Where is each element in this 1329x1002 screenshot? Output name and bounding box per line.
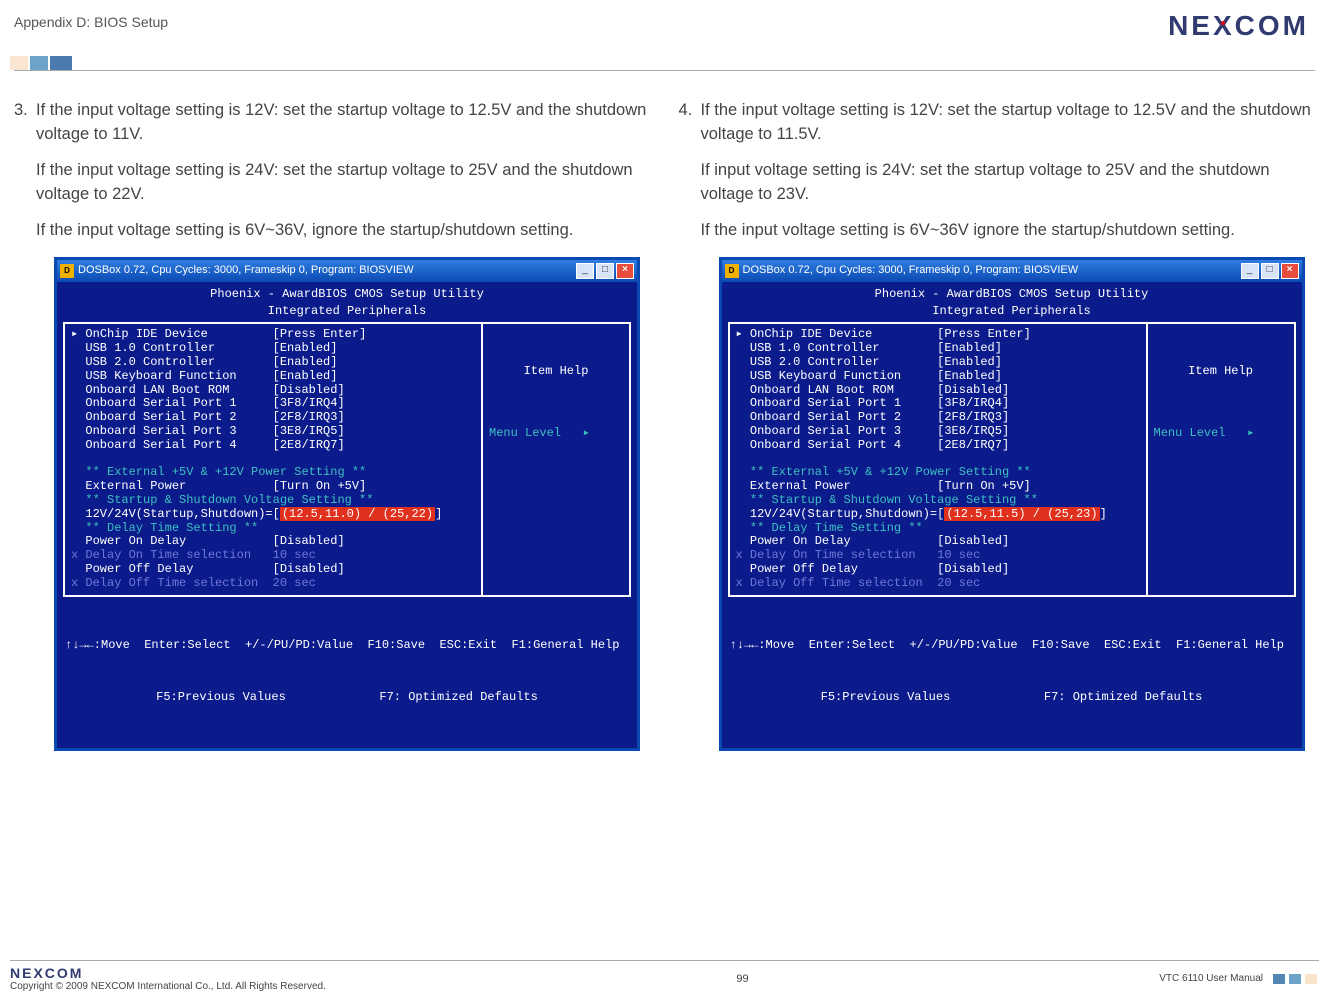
tab-decor-orange xyxy=(10,56,28,70)
step-3-text-3-wrap: If the input voltage setting is 6V~36V, … xyxy=(14,219,651,243)
bios-title-1: Phoenix - AwardBIOS CMOS Setup Utility xyxy=(63,286,631,303)
step-3: 3. If the input voltage setting is 12V: … xyxy=(14,99,651,147)
bios-frame: ▸ OnChip IDE Device [Press Enter] USB 1.… xyxy=(728,322,1296,596)
menu-level: Menu Level ▸ xyxy=(1154,425,1288,442)
footer-left: NEXCOM Copyright © 2009 NEXCOM Internati… xyxy=(10,965,326,992)
step-4-text-2-wrap: If input voltage setting is 24V: set the… xyxy=(679,159,1316,207)
bios-body: Phoenix - AwardBIOS CMOS Setup Utility I… xyxy=(722,282,1302,601)
window-controls: _ □ × xyxy=(576,263,634,279)
dosbox-title: DOSBox 0.72, Cpu Cycles: 3000, Frameskip… xyxy=(78,263,414,279)
header-rule xyxy=(14,70,1315,71)
left-column: 3. If the input voltage setting is 12V: … xyxy=(14,99,651,751)
nexcom-logo: NEXCOM xyxy=(1168,10,1309,42)
footer-tabs xyxy=(1273,974,1319,984)
window-controls: _ □ × xyxy=(1241,263,1299,279)
step-4-text-3: If the input voltage setting is 6V~36V i… xyxy=(701,221,1235,239)
minimize-button[interactable]: _ xyxy=(576,263,594,279)
maximize-button[interactable]: □ xyxy=(596,263,614,279)
tab-decor-blue2 xyxy=(50,56,72,70)
step-3-number: 3. xyxy=(14,99,28,123)
titlebar-left: D DOSBox 0.72, Cpu Cycles: 3000, Framesk… xyxy=(60,263,414,279)
footer-tab-orange xyxy=(1305,974,1317,984)
page-number: 99 xyxy=(736,973,748,985)
footer-tab-blue2 xyxy=(1289,974,1301,984)
close-button[interactable]: × xyxy=(616,263,634,279)
item-help-title: Item Help xyxy=(489,363,623,380)
bios-title-2: Integrated Peripherals xyxy=(728,303,1296,320)
step-4-text-1: If the input voltage setting is 12V: set… xyxy=(701,101,1311,143)
header-left: Appendix D: BIOS Setup xyxy=(10,10,168,70)
step-3-text-1: If the input voltage setting is 12V: set… xyxy=(36,101,646,143)
item-help-title: Item Help xyxy=(1154,363,1288,380)
close-button[interactable]: × xyxy=(1281,263,1299,279)
dosbox-titlebar[interactable]: D DOSBox 0.72, Cpu Cycles: 3000, Framesk… xyxy=(722,260,1302,282)
footer-logo: NEXCOM xyxy=(10,965,326,981)
tab-decor-blue1 xyxy=(30,56,48,70)
bios-title-1: Phoenix - AwardBIOS CMOS Setup Utility xyxy=(728,286,1296,303)
titlebar-left: D DOSBox 0.72, Cpu Cycles: 3000, Framesk… xyxy=(725,263,1079,279)
appendix-title: Appendix D: BIOS Setup xyxy=(10,10,168,30)
header: Appendix D: BIOS Setup NEXCOM xyxy=(0,0,1329,70)
step-4-number: 4. xyxy=(679,99,693,123)
bios-main-left[interactable]: ▸ OnChip IDE Device [Press Enter] USB 1.… xyxy=(65,324,481,594)
bios-help: Item Help Menu Level ▸ xyxy=(481,324,629,594)
right-column: 4. If the input voltage setting is 12V: … xyxy=(679,99,1316,751)
bios-body: Phoenix - AwardBIOS CMOS Setup Utility I… xyxy=(57,282,637,601)
step-4-text-2: If input voltage setting is 24V: set the… xyxy=(701,161,1270,203)
bios-window-right: D DOSBox 0.72, Cpu Cycles: 3000, Framesk… xyxy=(719,257,1305,751)
bios-footer-2: F5:Previous Values F7: Optimized Default… xyxy=(65,689,629,706)
footer-copyright: Copyright © 2009 NEXCOM International Co… xyxy=(10,981,326,992)
footer: NEXCOM Copyright © 2009 NEXCOM Internati… xyxy=(10,960,1319,992)
dosbox-icon: D xyxy=(60,264,74,278)
bios-main-right[interactable]: ▸ OnChip IDE Device [Press Enter] USB 1.… xyxy=(730,324,1146,594)
bios-help: Item Help Menu Level ▸ xyxy=(1146,324,1294,594)
bios-title-2: Integrated Peripherals xyxy=(63,303,631,320)
minimize-button[interactable]: _ xyxy=(1241,263,1259,279)
manual-name: VTC 6110 User Manual xyxy=(1159,973,1263,984)
content: 3. If the input voltage setting is 12V: … xyxy=(0,99,1329,751)
dosbox-icon: D xyxy=(725,264,739,278)
menu-level: Menu Level ▸ xyxy=(489,425,623,442)
logo-text: NEXCOM xyxy=(1168,10,1309,41)
step-3-text-3: If the input voltage setting is 6V~36V, … xyxy=(36,221,573,239)
dosbox-titlebar[interactable]: D DOSBox 0.72, Cpu Cycles: 3000, Framesk… xyxy=(57,260,637,282)
bios-footer: ↑↓→←:Move Enter:Select +/-/PU/PD:Value F… xyxy=(57,601,637,748)
step-3-text-2-wrap: If the input voltage setting is 24V: set… xyxy=(14,159,651,207)
bios-window-left: D DOSBox 0.72, Cpu Cycles: 3000, Framesk… xyxy=(54,257,640,751)
step-3-text-2: If the input voltage setting is 24V: set… xyxy=(36,161,633,203)
step-4-text-3-wrap: If the input voltage setting is 6V~36V i… xyxy=(679,219,1316,243)
tab-decor xyxy=(10,56,168,70)
footer-right: VTC 6110 User Manual xyxy=(1159,973,1319,984)
bios-frame: ▸ OnChip IDE Device [Press Enter] USB 1.… xyxy=(63,322,631,596)
bios-footer-1: ↑↓→←:Move Enter:Select +/-/PU/PD:Value F… xyxy=(730,637,1294,654)
bios-footer-1: ↑↓→←:Move Enter:Select +/-/PU/PD:Value F… xyxy=(65,637,629,654)
dosbox-title: DOSBox 0.72, Cpu Cycles: 3000, Frameskip… xyxy=(743,263,1079,279)
bios-footer-2: F5:Previous Values F7: Optimized Default… xyxy=(730,689,1294,706)
maximize-button[interactable]: □ xyxy=(1261,263,1279,279)
bios-footer: ↑↓→←:Move Enter:Select +/-/PU/PD:Value F… xyxy=(722,601,1302,748)
step-4: 4. If the input voltage setting is 12V: … xyxy=(679,99,1316,147)
footer-tab-blue xyxy=(1273,974,1285,984)
